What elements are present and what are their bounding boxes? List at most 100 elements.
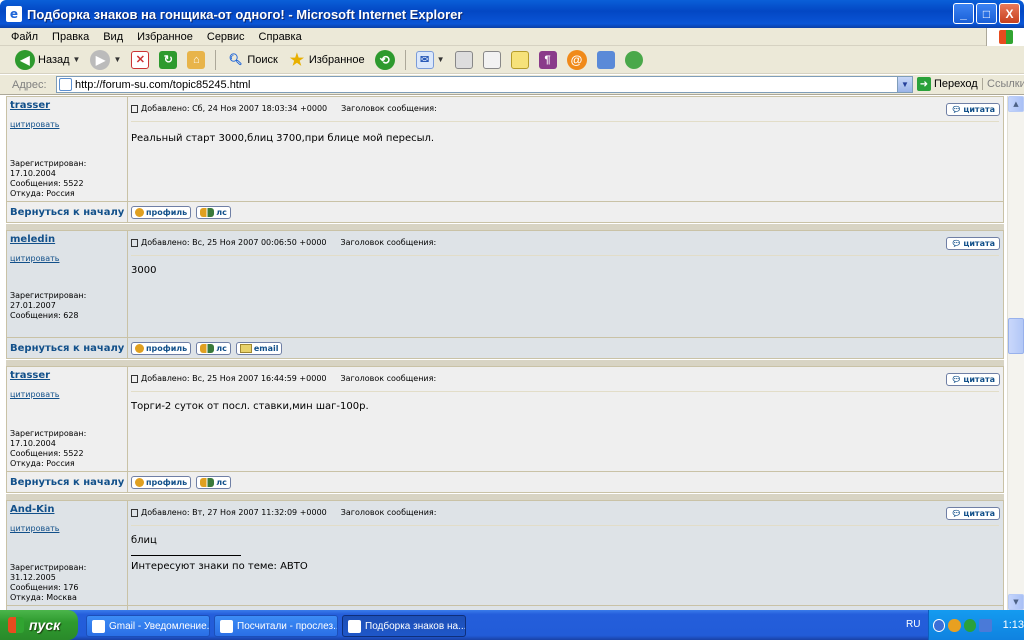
links-label[interactable]: Ссылки (982, 78, 1024, 90)
post-author[interactable]: trasser (10, 100, 50, 111)
forum-post: trasser цитировать Зарегистрирован: 17.1… (6, 366, 1004, 493)
post-header: Добавлено: Вт, 27 Ноя 2007 11:32:09 +000… (131, 508, 436, 517)
pm-button[interactable]: лс (196, 342, 231, 355)
author-info: Зарегистрирован: 31.12.2005 Сообщения: 1… (10, 563, 87, 602)
forward-dropdown-icon[interactable]: ▼ (113, 55, 121, 64)
address-dropdown-icon[interactable]: ▼ (897, 77, 912, 92)
post-icon (131, 374, 138, 383)
profile-icon (135, 478, 144, 487)
maximize-button[interactable]: □ (976, 3, 997, 24)
cite-link[interactable]: цитировать (10, 120, 59, 129)
profile-button[interactable]: профиль (131, 476, 192, 489)
back-dropdown-icon[interactable]: ▼ (73, 55, 81, 64)
menu-bar: Файл Правка Вид Избранное Сервис Справка (0, 28, 1024, 46)
messenger-icon[interactable] (979, 618, 992, 632)
language-indicator[interactable]: RU (906, 619, 920, 630)
taskbar-item-posts[interactable]: Посчитали - прослез... (214, 615, 338, 637)
history-button[interactable]: ⟲ (372, 48, 398, 72)
cite-link[interactable]: цитировать (10, 390, 59, 399)
research-button[interactable]: ¶ (536, 48, 560, 72)
close-button[interactable]: X (999, 3, 1020, 24)
menu-view[interactable]: Вид (96, 31, 130, 43)
profile-button[interactable]: профиль (131, 206, 192, 219)
speaker-icon[interactable] (948, 618, 961, 632)
post-icon (131, 238, 138, 247)
edit-button[interactable] (480, 48, 504, 72)
network-icon[interactable] (933, 618, 946, 632)
quote-button[interactable]: 💬︎ цитата (946, 507, 1000, 520)
star-icon: ★ (289, 51, 305, 69)
back-to-top-link[interactable]: Вернуться к началу (7, 472, 128, 493)
home-button[interactable]: ⌂ (184, 48, 208, 72)
search-label: Поиск (247, 53, 278, 66)
print-button[interactable] (452, 48, 476, 72)
quote-button[interactable]: 💬︎ цитата (946, 103, 1000, 116)
favorites-button[interactable]: ★ Избранное (285, 48, 368, 72)
post-divider (131, 121, 999, 122)
research-icon: ¶ (538, 50, 557, 69)
mail-icon: ✉ (415, 50, 434, 69)
mail-button[interactable]: ✉ ▼ (413, 48, 448, 72)
vertical-scrollbar[interactable]: ▲ ▼ (1007, 96, 1024, 610)
quote-icon: 💬︎ (951, 509, 962, 518)
clock[interactable]: 1:13 (1003, 619, 1024, 631)
ie-icon: e (6, 6, 22, 22)
cite-link[interactable]: цитировать (10, 524, 59, 533)
taskbar-item-current[interactable]: Подборка знаков на... (342, 615, 466, 637)
post-author[interactable]: meledin (10, 234, 55, 245)
post-author[interactable]: And-Kin (10, 504, 54, 515)
profile-icon (135, 208, 144, 217)
address-label: Адрес: (12, 78, 47, 91)
minimize-button[interactable]: _ (953, 3, 974, 24)
windows-flag-icon (8, 617, 24, 633)
quote-button[interactable]: 💬︎ цитата (946, 373, 1000, 386)
media-button[interactable] (594, 48, 618, 72)
forum-post: trasser цитировать Зарегистрирован: 17.1… (6, 96, 1004, 223)
page-content: trasser цитировать Зарегистрирован: 17.1… (0, 96, 1007, 610)
forum-post: And-Kin цитировать Зарегистрирован: 31.1… (6, 500, 1004, 610)
title-bar: e Подборка знаков на гонщика-от одного! … (0, 0, 1024, 28)
cite-link[interactable]: цитировать (10, 254, 59, 263)
back-button[interactable]: ◀ Назад ▼ (12, 48, 83, 72)
menu-edit[interactable]: Правка (45, 31, 96, 43)
scroll-up-icon[interactable]: ▲ (1008, 96, 1024, 112)
taskbar-item-gmail[interactable]: Gmail - Уведомление... (86, 615, 210, 637)
scrollbar-thumb[interactable] (1008, 318, 1024, 354)
security-icon[interactable] (963, 618, 977, 632)
profile-button[interactable]: профиль (131, 342, 192, 355)
go-button[interactable]: ➜ Переход (917, 77, 978, 91)
forward-button[interactable]: ▶ ▼ (87, 48, 124, 72)
scroll-down-icon[interactable]: ▼ (1008, 594, 1024, 610)
quote-button[interactable]: 💬︎ цитата (946, 237, 1000, 250)
pm-button[interactable]: лс (196, 476, 231, 489)
post-icon (131, 508, 138, 517)
search-button[interactable]: 🔍︎ Поиск (223, 48, 280, 72)
author-info: Зарегистрирован: 17.10.2004 Сообщения: 5… (10, 159, 87, 198)
menu-tools[interactable]: Сервис (200, 31, 252, 43)
address-input[interactable]: http://forum-su.com/topic85245.html ▼ (56, 76, 913, 93)
menu-help[interactable]: Справка (252, 31, 309, 43)
post-author[interactable]: trasser (10, 370, 50, 381)
start-button[interactable]: пуск (0, 610, 78, 640)
menu-favorites[interactable]: Избранное (130, 31, 200, 43)
discuss-button[interactable] (508, 48, 532, 72)
history-icon: ⟲ (374, 49, 395, 70)
refresh-button[interactable]: ↻ (156, 48, 180, 72)
pm-icon (200, 208, 215, 217)
go-label: Переход (934, 78, 978, 90)
post-divider (131, 255, 999, 256)
page-icon (59, 78, 72, 91)
back-to-top-link[interactable]: Вернуться к началу (7, 338, 128, 359)
stop-button[interactable]: ✕ (128, 48, 152, 72)
back-to-top-link[interactable]: Вернуться к началу (7, 202, 128, 223)
messenger-button[interactable]: @ (564, 48, 590, 72)
pm-button[interactable]: лс (196, 206, 231, 219)
ie-icon (348, 619, 361, 633)
menu-file[interactable]: Файл (4, 31, 45, 43)
email-button[interactable]: email (235, 342, 283, 355)
forward-arrow-icon: ▶ (90, 49, 111, 70)
users-button[interactable] (622, 48, 646, 72)
author-info: Зарегистрирован: 17.10.2004 Сообщения: 5… (10, 429, 87, 468)
back-arrow-icon: ◀ (15, 49, 35, 70)
post-icon (131, 104, 138, 113)
